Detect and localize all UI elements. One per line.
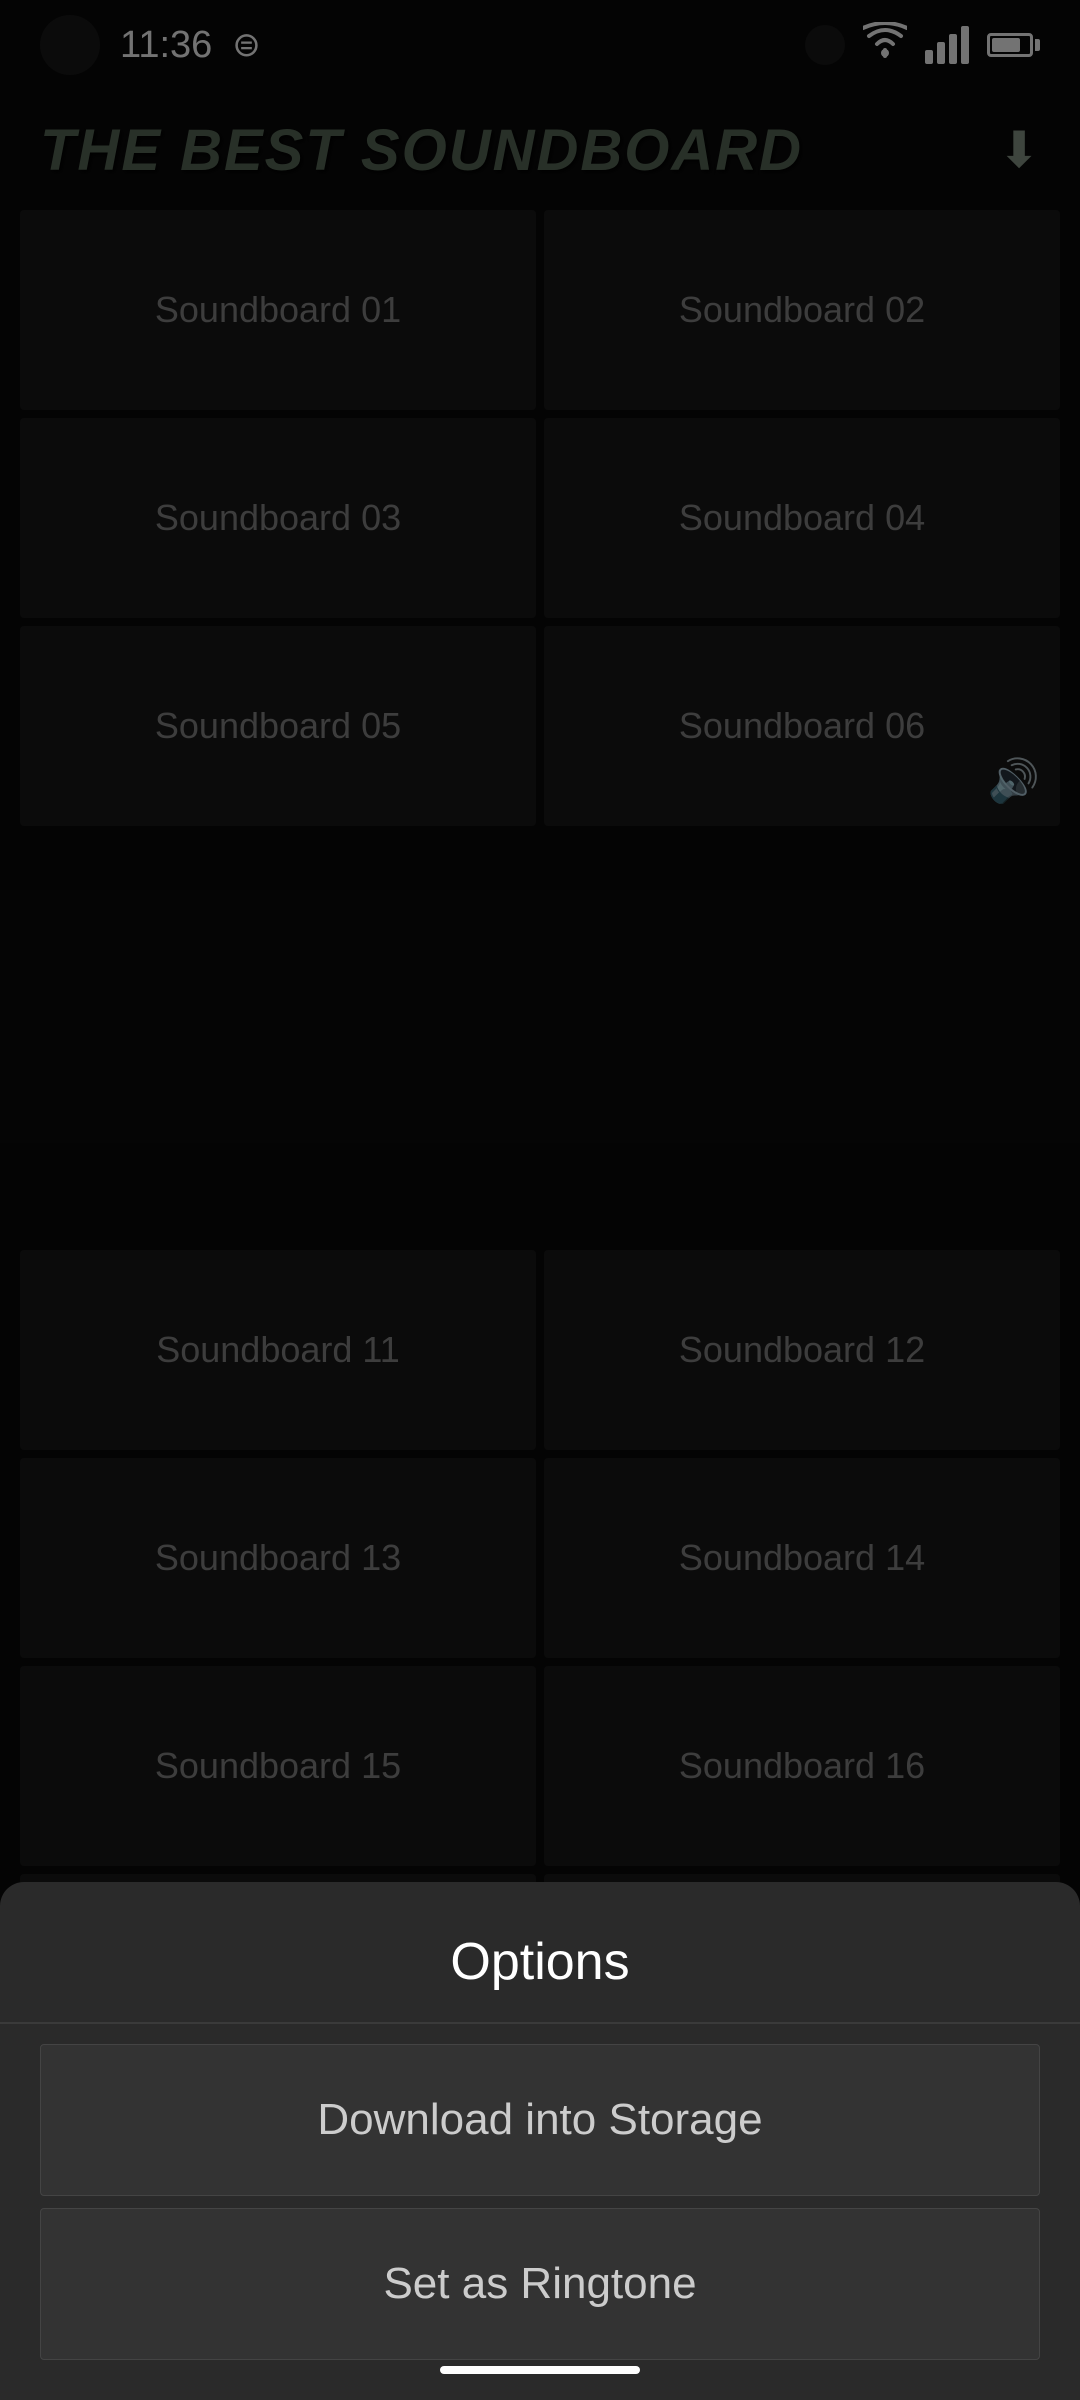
set-as-ringtone-button[interactable]: Set as Ringtone — [40, 2208, 1040, 2360]
options-modal: Options Download into Storage Set as Rin… — [0, 1882, 1080, 2400]
home-indicator — [440, 2366, 640, 2374]
nav-bar — [0, 2340, 1080, 2400]
options-modal-header: Options — [0, 1882, 1080, 2024]
download-into-storage-button[interactable]: Download into Storage — [40, 2044, 1040, 2196]
options-modal-title: Options — [450, 1933, 629, 1991]
